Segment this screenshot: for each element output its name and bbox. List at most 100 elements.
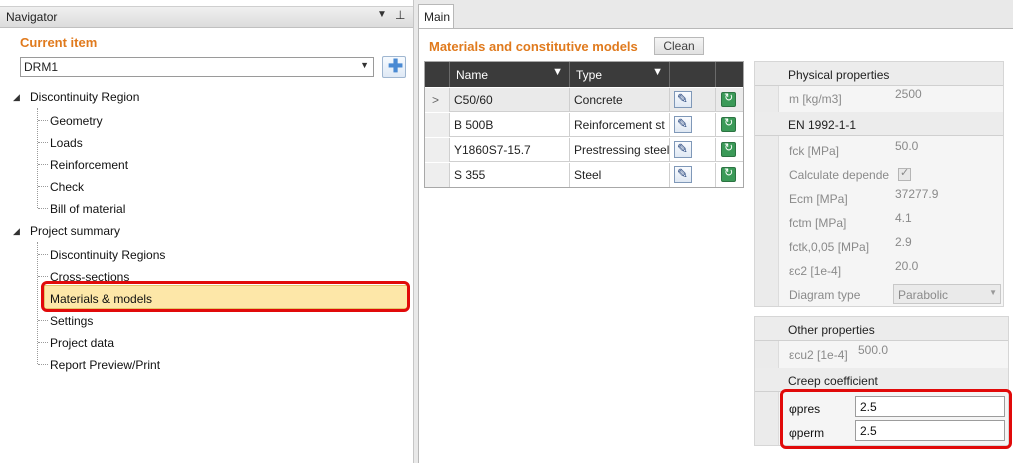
property-value[interactable]: 2.9 [895, 235, 912, 249]
material-name: Y1860S7-15.7 [454, 143, 531, 157]
tree-item-discontinuity-regions[interactable]: Discontinuity Regions [50, 248, 165, 262]
property-value[interactable]: 50.0 [895, 139, 918, 153]
property-label: fck [MPa] [789, 144, 840, 158]
table-row[interactable]: > C50/60 Concrete ✎ ↻ [425, 88, 743, 112]
table-header-library [716, 62, 743, 87]
property-row: fctm [MPa] 4.1 [755, 210, 1003, 234]
clean-button[interactable]: Clean [654, 37, 704, 55]
edit-material-button[interactable]: ✎ [674, 116, 692, 133]
edit-material-button[interactable]: ✎ [674, 166, 692, 183]
table-header-name[interactable]: Name ▼ [450, 62, 570, 87]
tree-item-reinforcement[interactable]: Reinforcement [50, 158, 128, 172]
pencil-icon: ✎ [677, 166, 688, 181]
tree-item-report-preview[interactable]: Report Preview/Print [50, 358, 160, 372]
current-item-select[interactable]: DRM1 ▼ [20, 57, 374, 77]
tree-item-check[interactable]: Check [50, 180, 84, 194]
table-row[interactable]: S 355 Steel ✎ ↻ [425, 163, 743, 187]
pencil-icon: ✎ [677, 91, 688, 106]
tree-group-discontinuity-region[interactable]: Discontinuity Region [30, 90, 139, 104]
navigator-title: Navigator [6, 10, 58, 24]
property-label: Diagram type [789, 288, 861, 302]
tree-line [38, 254, 48, 255]
property-value[interactable]: 2500 [895, 87, 922, 101]
tree-item-bill-of-material[interactable]: Bill of material [50, 202, 125, 216]
tree-line [38, 342, 48, 343]
material-library-button[interactable]: ↻ [721, 117, 736, 132]
plus-icon: ✚ [388, 56, 404, 76]
tree-line [37, 108, 38, 208]
tree-group-project-summary[interactable]: Project summary [30, 224, 120, 238]
refresh-icon: ↻ [724, 142, 734, 154]
material-name: B 500B [454, 118, 494, 132]
property-row: m [kg/m3] 2500 [755, 86, 1003, 110]
tree-line [38, 320, 48, 321]
table-header-rowhdr [425, 62, 450, 87]
edit-material-button[interactable]: ✎ [674, 141, 692, 158]
property-label: εc2 [1e-4] [789, 264, 842, 278]
physical-properties-header[interactable]: Physical properties [755, 62, 1003, 86]
property-value[interactable]: 20.0 [895, 259, 918, 273]
table-header-type[interactable]: Type ▼ [570, 62, 670, 87]
physical-properties-title: Physical properties [788, 68, 890, 82]
property-row: Calculate depende [755, 162, 1003, 186]
creep-coefficient-title: Creep coefficient [788, 374, 878, 388]
filter-icon[interactable]: ▼ [652, 66, 663, 78]
material-name: C50/60 [454, 93, 493, 107]
code-properties-title: EN 1992-1-1 [788, 118, 857, 132]
property-label: Ecm [MPa] [789, 192, 848, 206]
property-label: Calculate depende [789, 168, 890, 182]
diagram-type-select[interactable]: Parabolic ▼ [893, 284, 1001, 304]
property-value[interactable]: 500.0 [858, 343, 888, 357]
material-type: Steel [574, 168, 602, 182]
expanded-triangle-icon[interactable]: ◢ [13, 92, 20, 103]
property-row: fctk,0,05 [MPa] 2.9 [755, 234, 1003, 258]
material-type: Prestressing steel [574, 143, 670, 157]
diagram-type-value: Parabolic [898, 288, 949, 302]
tree-item-project-data[interactable]: Project data [50, 336, 114, 350]
material-name: S 355 [454, 168, 486, 182]
tab-main[interactable]: Main [418, 4, 454, 28]
column-name-label: Name [456, 68, 489, 82]
material-type: Concrete [574, 93, 623, 107]
current-item-label: Current item [20, 35, 98, 50]
tree-line [38, 208, 48, 209]
table-row[interactable]: Y1860S7-15.7 Prestressing steel ✎ ↻ [425, 138, 743, 162]
property-label: fctm [MPa] [789, 216, 847, 230]
tree-line [37, 242, 38, 364]
property-value[interactable]: 4.1 [895, 211, 912, 225]
property-value[interactable]: 37277.9 [895, 187, 938, 201]
panel-menu-icon[interactable]: ▼ [377, 9, 387, 20]
expanded-triangle-icon[interactable]: ◢ [13, 226, 20, 237]
tree-line [38, 276, 48, 277]
tree-item-settings[interactable]: Settings [50, 314, 93, 328]
material-type: Reinforcement st [574, 118, 665, 132]
table-header-edit [670, 62, 716, 87]
material-library-button[interactable]: ↻ [721, 142, 736, 157]
filter-icon[interactable]: ▼ [552, 66, 563, 78]
tree-line [38, 164, 48, 165]
pencil-icon: ✎ [677, 141, 688, 156]
materials-title: Materials and constitutive models [429, 39, 638, 54]
current-row-chevron-icon: > [432, 93, 440, 107]
edit-material-button[interactable]: ✎ [674, 91, 692, 108]
tree-item-geometry[interactable]: Geometry [50, 114, 103, 128]
tab-main-label: Main [424, 10, 451, 24]
add-item-button[interactable]: ✚ [382, 56, 406, 78]
refresh-icon: ↻ [724, 117, 734, 129]
property-label: εcu2 [1e-4] [789, 348, 848, 362]
code-properties-header[interactable]: EN 1992-1-1 [755, 112, 1003, 136]
property-label: m [kg/m3] [789, 92, 842, 106]
property-label: fctk,0,05 [MPa] [789, 240, 870, 254]
table-row[interactable]: B 500B Reinforcement st ✎ ↻ [425, 113, 743, 137]
tree-item-loads[interactable]: Loads [50, 136, 83, 150]
calculate-dependent-checkbox[interactable]: ✓ [898, 167, 911, 181]
pin-icon[interactable]: ⊥ [395, 8, 405, 22]
checkmark-icon: ✓ [900, 167, 910, 179]
material-library-button[interactable]: ↻ [721, 167, 736, 182]
column-type-label: Type [576, 68, 603, 82]
other-properties-header[interactable]: Other properties [755, 317, 1008, 341]
property-row: εc2 [1e-4] 20.0 [755, 258, 1003, 282]
property-row: εcu2 [1e-4] 500.0 [755, 342, 1008, 366]
chevron-down-icon: ▼ [989, 288, 997, 297]
material-library-button[interactable]: ↻ [721, 92, 736, 107]
